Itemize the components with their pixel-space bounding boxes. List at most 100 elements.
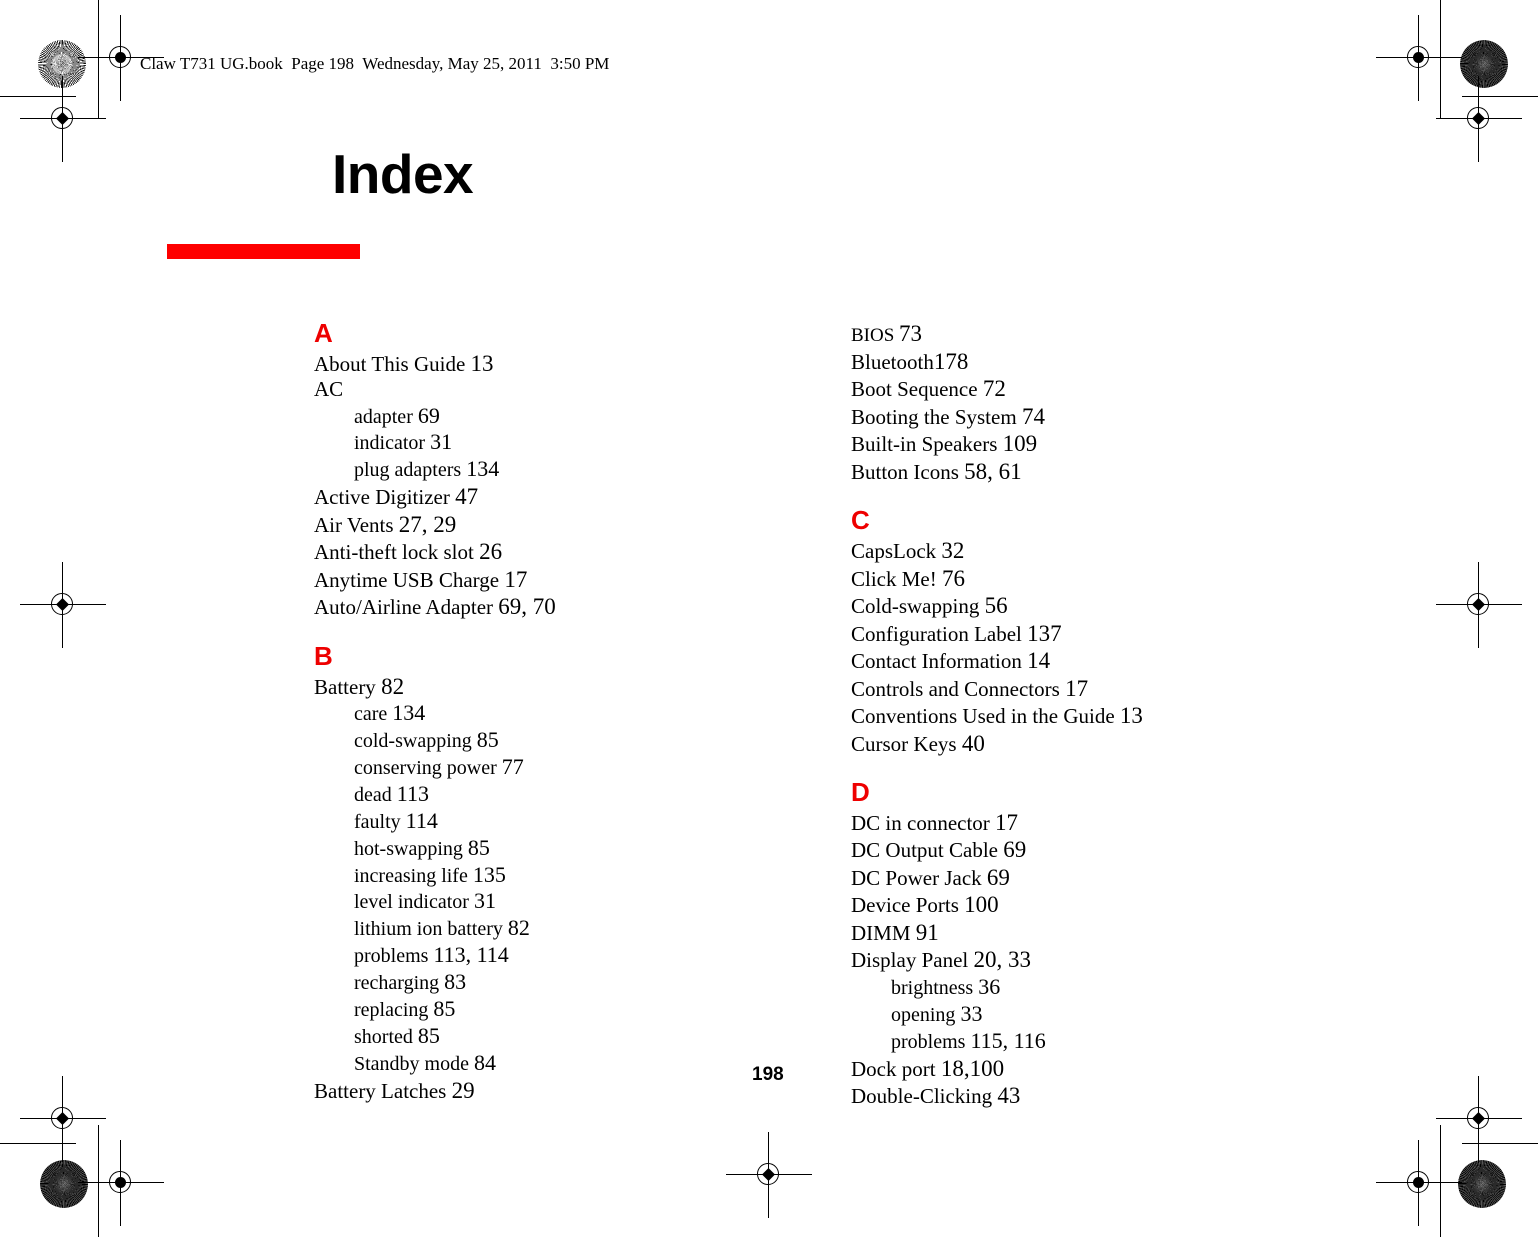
index-entry[interactable]: Dock port 18,100 — [851, 1055, 1251, 1082]
index-entry[interactable]: Boot Sequence 72 — [851, 375, 1251, 402]
index-entry-pages[interactable]: 40 — [962, 731, 985, 756]
index-entry[interactable]: Anytime USB Charge 17 — [314, 566, 714, 593]
index-subentry[interactable]: faulty 114 — [314, 808, 714, 835]
index-entry-pages[interactable]: 72 — [983, 376, 1006, 401]
index-entry-pages[interactable]: 69 — [1003, 837, 1026, 862]
index-subentry[interactable]: hot-swapping 85 — [314, 835, 714, 862]
index-entry-pages[interactable]: 83 — [444, 969, 466, 994]
index-subentry[interactable]: lithium ion battery 82 — [314, 915, 714, 942]
index-subentry[interactable]: recharging 83 — [314, 969, 714, 996]
index-subentry[interactable]: problems 113, 114 — [314, 942, 714, 969]
index-entry-pages[interactable]: 178 — [934, 349, 969, 374]
index-entry[interactable]: Controls and Connectors 17 — [851, 675, 1251, 702]
index-entry-pages[interactable]: 85 — [433, 996, 455, 1021]
index-entry-pages[interactable]: 56 — [985, 593, 1008, 618]
index-entry[interactable]: BIOS 73 — [851, 320, 1251, 348]
index-entry-pages[interactable]: 36 — [978, 974, 1000, 999]
index-entry-pages[interactable]: 43 — [997, 1083, 1020, 1108]
index-entry-pages[interactable]: 26 — [479, 539, 502, 564]
index-entry[interactable]: CapsLock 32 — [851, 537, 1251, 564]
index-entry-pages[interactable]: 76 — [942, 566, 965, 591]
index-entry[interactable]: Cursor Keys 40 — [851, 730, 1251, 757]
index-entry-pages[interactable]: 137 — [1027, 621, 1062, 646]
index-entry[interactable]: Battery Latches 29 — [314, 1077, 714, 1104]
index-entry-pages[interactable]: 31 — [474, 888, 496, 913]
index-subentry[interactable]: brightness 36 — [851, 974, 1251, 1001]
index-subentry[interactable]: opening 33 — [851, 1001, 1251, 1028]
index-entry[interactable]: About This Guide 13 — [314, 350, 714, 377]
index-entry[interactable]: Air Vents 27, 29 — [314, 511, 714, 538]
index-subentry[interactable]: adapter 69 — [314, 403, 714, 430]
index-entry[interactable]: Built-in Speakers 109 — [851, 430, 1251, 457]
index-entry-pages[interactable]: 113, 114 — [433, 942, 508, 967]
index-entry-pages[interactable]: 47 — [455, 484, 478, 509]
index-entry-pages[interactable]: 58, 61 — [964, 459, 1022, 484]
index-subentry[interactable]: Standby mode 84 — [314, 1050, 714, 1077]
index-entry-pages[interactable]: 77 — [502, 754, 524, 779]
index-entry[interactable]: Button Icons 58, 61 — [851, 458, 1251, 485]
index-entry-pages[interactable]: 74 — [1022, 404, 1045, 429]
index-entry-pages[interactable]: 91 — [916, 920, 939, 945]
index-subentry[interactable]: indicator 31 — [314, 429, 714, 456]
index-subentry[interactable]: level indicator 31 — [314, 888, 714, 915]
index-entry-pages[interactable]: 29 — [452, 1078, 475, 1103]
index-entry[interactable]: Conventions Used in the Guide 13 — [851, 702, 1251, 729]
index-subentry[interactable]: replacing 85 — [314, 996, 714, 1023]
index-entry-pages[interactable]: 69, 70 — [498, 594, 556, 619]
index-subentry[interactable]: conserving power 77 — [314, 754, 714, 781]
index-entry[interactable]: DC in connector 17 — [851, 809, 1251, 836]
index-entry-pages[interactable]: 82 — [381, 674, 404, 699]
index-entry-pages[interactable]: 73 — [899, 321, 922, 346]
index-entry-pages[interactable]: 85 — [477, 727, 499, 752]
index-entry-pages[interactable]: 85 — [468, 835, 490, 860]
index-entry-pages[interactable]: 109 — [1003, 431, 1038, 456]
index-subentry[interactable]: cold-swapping 85 — [314, 727, 714, 754]
index-entry-pages[interactable]: 17 — [1065, 676, 1088, 701]
index-entry-pages[interactable]: 14 — [1027, 648, 1050, 673]
index-subentry[interactable]: plug adapters 134 — [314, 456, 714, 483]
index-entry-pages[interactable]: 85 — [418, 1023, 440, 1048]
index-entry[interactable]: Active Digitizer 47 — [314, 483, 714, 510]
index-entry[interactable]: DIMM 91 — [851, 919, 1251, 946]
index-entry[interactable]: DC Power Jack 69 — [851, 864, 1251, 891]
index-entry-pages[interactable]: 134 — [392, 700, 425, 725]
index-entry[interactable]: Battery 82 — [314, 673, 714, 700]
index-entry-pages[interactable]: 115, 116 — [970, 1028, 1045, 1053]
index-entry[interactable]: Contact Information 14 — [851, 647, 1251, 674]
index-entry-pages[interactable]: 69 — [987, 865, 1010, 890]
index-entry-pages[interactable]: 113 — [397, 781, 429, 806]
index-subentry[interactable]: care 134 — [314, 700, 714, 727]
index-entry[interactable]: Bluetooth178 — [851, 348, 1251, 375]
index-entry[interactable]: Cold-swapping 56 — [851, 592, 1251, 619]
index-entry-pages[interactable]: 17 — [995, 810, 1018, 835]
index-entry-pages[interactable]: 134 — [466, 456, 499, 481]
index-entry[interactable]: Booting the System 74 — [851, 403, 1251, 430]
index-entry[interactable]: Device Ports 100 — [851, 891, 1251, 918]
index-entry-pages[interactable]: 69 — [418, 403, 440, 428]
index-entry-pages[interactable]: 13 — [471, 351, 494, 376]
index-entry-pages[interactable]: 84 — [474, 1050, 496, 1075]
index-entry-pages[interactable]: 100 — [964, 892, 999, 917]
index-entry-pages[interactable]: 27, 29 — [399, 512, 457, 537]
index-subentry[interactable]: increasing life 135 — [314, 862, 714, 889]
index-entry-pages[interactable]: 18,100 — [941, 1056, 1004, 1081]
index-entry[interactable]: Configuration Label 137 — [851, 620, 1251, 647]
index-entry-pages[interactable]: 17 — [504, 567, 527, 592]
index-entry-pages[interactable]: 135 — [473, 862, 506, 887]
index-entry[interactable]: Click Me! 76 — [851, 565, 1251, 592]
index-entry-pages[interactable]: 114 — [406, 808, 438, 833]
index-subentry[interactable]: shorted 85 — [314, 1023, 714, 1050]
index-subentry[interactable]: problems 115, 116 — [851, 1028, 1251, 1055]
index-entry[interactable]: AC — [314, 377, 714, 402]
index-entry[interactable]: Auto/Airline Adapter 69, 70 — [314, 593, 714, 620]
index-entry[interactable]: Display Panel 20, 33 — [851, 946, 1251, 973]
index-entry-pages[interactable]: 20, 33 — [973, 947, 1031, 972]
index-entry-pages[interactable]: 33 — [960, 1001, 982, 1026]
index-entry[interactable]: DC Output Cable 69 — [851, 836, 1251, 863]
index-entry-pages[interactable]: 82 — [508, 915, 530, 940]
index-entry[interactable]: Double-Clicking 43 — [851, 1082, 1251, 1109]
index-entry[interactable]: Anti-theft lock slot 26 — [314, 538, 714, 565]
index-entry-pages[interactable]: 13 — [1120, 703, 1143, 728]
index-subentry[interactable]: dead 113 — [314, 781, 714, 808]
index-entry-pages[interactable]: 32 — [941, 538, 964, 563]
